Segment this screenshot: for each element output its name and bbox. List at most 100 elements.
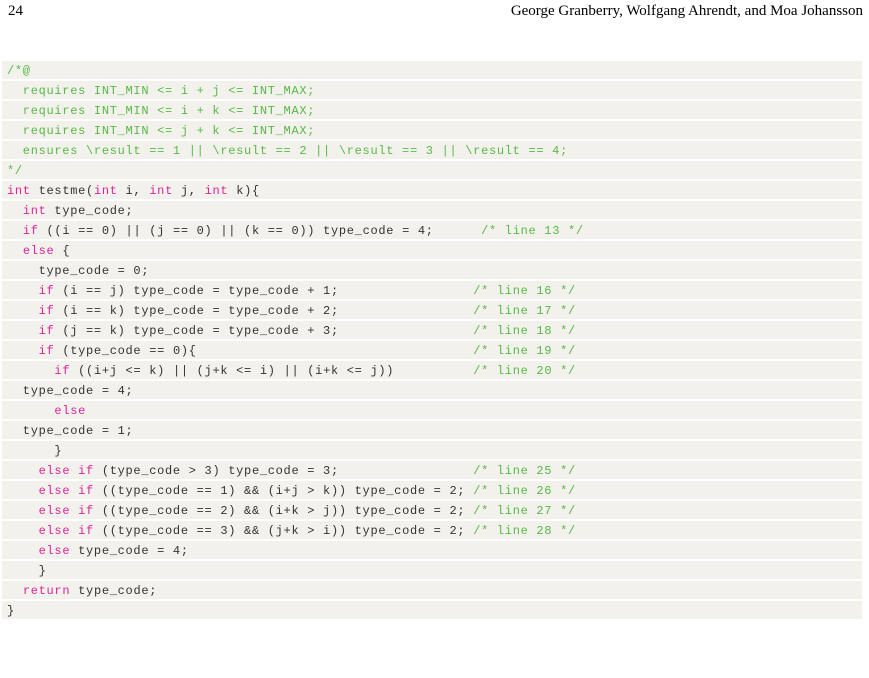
code-text: ((i+j <= k) || (j+k <= i) || (i+k <= j)) <box>70 364 474 378</box>
code-keyword: else if <box>38 484 94 498</box>
code-text: (j == k) type_code = type_code + 3; <box>54 324 474 338</box>
code-line: else if (type_code > 3) type_code = 3; /… <box>2 461 862 481</box>
code-comment: */ <box>7 164 23 178</box>
code-text: } <box>7 604 15 618</box>
code-line: else if ((type_code == 2) && (i+k > j)) … <box>2 501 862 521</box>
code-line: return type_code; <box>2 581 862 601</box>
code-keyword: else <box>54 404 87 418</box>
code-text: ((type_code == 2) && (i+k > j)) type_cod… <box>93 504 474 518</box>
code-text: type_code; <box>46 204 134 218</box>
code-keyword: if <box>38 324 55 338</box>
code-text: type_code; <box>70 584 158 598</box>
code-listing: /*@ requires INT_MIN <= i + j <= INT_MAX… <box>2 61 862 621</box>
code-text: { <box>54 244 71 258</box>
code-keyword: else <box>38 544 71 558</box>
code-comment: /* line 26 */ <box>473 484 576 498</box>
code-line: requires INT_MIN <= i + j <= INT_MAX; <box>2 81 862 101</box>
code-line: if (i == k) type_code = type_code + 2; /… <box>2 301 862 321</box>
code-keyword: int <box>22 204 47 218</box>
code-comment: /* line 18 */ <box>473 324 576 338</box>
code-text: (type_code == 0){ <box>54 344 474 358</box>
code-line: int testme(int i, int j, int k){ <box>2 181 862 201</box>
code-line: else type_code = 4; <box>2 541 862 561</box>
code-line: else { <box>2 241 862 261</box>
code-text: type_code = 4; <box>70 544 189 558</box>
code-comment: requires INT_MIN <= i + j <= INT_MAX; <box>7 84 316 98</box>
code-comment: requires INT_MIN <= j + k <= INT_MAX; <box>7 124 316 138</box>
code-line: int type_code; <box>2 201 862 221</box>
page-number: 24 <box>8 3 23 19</box>
code-text: type_code = 1; <box>7 424 134 438</box>
code-line: if (j == k) type_code = type_code + 3; /… <box>2 321 862 341</box>
code-line: requires INT_MIN <= i + k <= INT_MAX; <box>2 101 862 121</box>
code-line: /*@ <box>2 61 862 81</box>
code-comment: /* line 16 */ <box>473 284 576 298</box>
code-comment: requires INT_MIN <= i + k <= INT_MAX; <box>7 104 316 118</box>
code-comment: /*@ <box>7 64 31 78</box>
code-text: } <box>7 444 63 458</box>
code-comment: /* line 25 */ <box>473 464 576 478</box>
code-text: ((i == 0) || (j == 0) || (k == 0)) type_… <box>38 224 482 238</box>
code-line: } <box>2 441 862 461</box>
code-line: else if ((type_code == 1) && (i+j > k)) … <box>2 481 862 501</box>
code-comment: ensures \result == 1 || \result == 2 || … <box>7 144 568 158</box>
code-keyword: return <box>22 584 71 598</box>
code-keyword: else <box>22 244 55 258</box>
code-keyword: else if <box>38 504 94 518</box>
code-text: testme( <box>30 184 94 198</box>
code-text: type_code = 0; <box>7 264 150 278</box>
code-keyword: if <box>38 304 55 318</box>
code-text: type_code = 4; <box>7 384 134 398</box>
code-text: (i == j) type_code = type_code + 1; <box>54 284 474 298</box>
code-keyword: int <box>93 184 118 198</box>
code-line: type_code = 1; <box>2 421 862 441</box>
code-line: type_code = 4; <box>2 381 862 401</box>
code-line: ensures \result == 1 || \result == 2 || … <box>2 141 862 161</box>
code-keyword: else if <box>38 524 94 538</box>
code-line: requires INT_MIN <= j + k <= INT_MAX; <box>2 121 862 141</box>
code-line: */ <box>2 161 862 181</box>
code-text: (type_code > 3) type_code = 3; <box>93 464 474 478</box>
code-comment: /* line 17 */ <box>473 304 576 318</box>
code-text: ((type_code == 1) && (i+j > k)) type_cod… <box>93 484 474 498</box>
code-text: (i == k) type_code = type_code + 2; <box>54 304 474 318</box>
code-comment: /* line 19 */ <box>473 344 576 358</box>
code-comment: /* line 27 */ <box>473 504 576 518</box>
code-line: else <box>2 401 862 421</box>
code-keyword: if <box>22 224 39 238</box>
code-keyword: else if <box>38 464 94 478</box>
code-line: } <box>2 561 862 581</box>
page-header: 24 George Granberry, Wolfgang Ahrendt, a… <box>0 0 869 24</box>
code-line: if ((i == 0) || (j == 0) || (k == 0)) ty… <box>2 221 862 241</box>
running-head-authors: George Granberry, Wolfgang Ahrendt, and … <box>510 3 863 19</box>
code-line: if ((i+j <= k) || (j+k <= i) || (i+k <= … <box>2 361 862 381</box>
code-text: k){ <box>228 184 260 198</box>
code-keyword: if <box>54 364 71 378</box>
code-keyword: int <box>149 184 173 198</box>
code-line: if (i == j) type_code = type_code + 1; /… <box>2 281 862 301</box>
code-keyword: if <box>38 344 55 358</box>
code-keyword: int <box>204 184 229 198</box>
code-keyword: int <box>7 184 31 198</box>
code-text: } <box>7 564 47 578</box>
code-comment: /* line 28 */ <box>473 524 576 538</box>
code-text: i, <box>117 184 150 198</box>
code-keyword: if <box>38 284 55 298</box>
code-line: if (type_code == 0){ /* line 19 */ <box>2 341 862 361</box>
code-text: j, <box>172 184 205 198</box>
